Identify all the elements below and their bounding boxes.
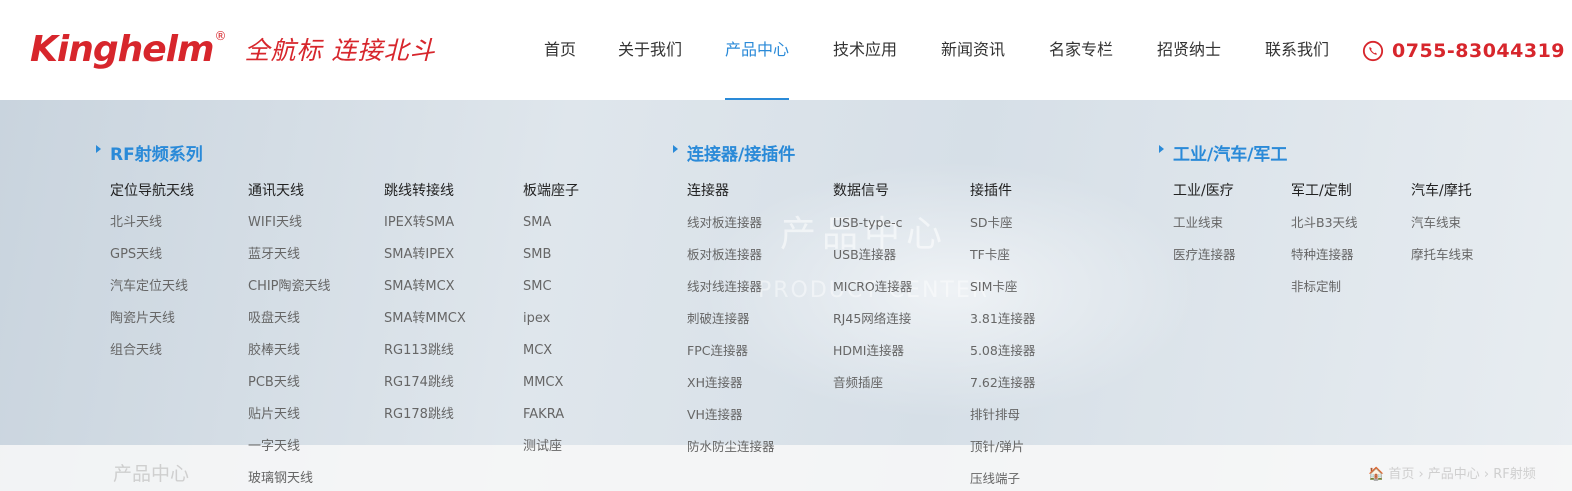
menu-item[interactable]: 7.62连接器 — [970, 373, 1035, 393]
menu-item[interactable]: MCX — [523, 341, 579, 361]
menu-column-auto-moto: 汽车/摩托 汽车线束 摩托车线束 — [1411, 181, 1474, 265]
menu-item[interactable]: 汽车定位天线 — [110, 277, 194, 297]
menu-item[interactable]: 摩托车线束 — [1411, 245, 1474, 265]
menu-item[interactable]: 吸盘天线 — [248, 309, 331, 329]
phone-icon — [1362, 40, 1384, 62]
menu-item[interactable]: 玻璃钢天线 — [248, 469, 331, 489]
menu-item[interactable]: 3.81连接器 — [970, 309, 1035, 329]
menu-item[interactable]: TF卡座 — [970, 245, 1035, 265]
menu-item[interactable]: MMCX — [523, 373, 579, 393]
menu-item[interactable]: GPS天线 — [110, 245, 194, 265]
menu-item[interactable]: 汽车线束 — [1411, 213, 1474, 233]
menu-column-data-signal: 数据信号 USB-type-c USB连接器 MICRO连接器 RJ45网络连接… — [833, 181, 912, 393]
main-nav: 首页 关于我们 产品中心 技术应用 新闻资讯 名家专栏 招贤纳士 联系我们 — [0, 0, 1572, 100]
menu-item[interactable]: VH连接器 — [687, 405, 775, 425]
menu-item[interactable]: 蓝牙天线 — [248, 245, 331, 265]
site-header: Kinghelm ® 全航标 连接北斗 首页 关于我们 产品中心 技术应用 新闻… — [0, 0, 1572, 100]
menu-item[interactable]: 特种连接器 — [1291, 245, 1358, 265]
menu-item[interactable]: SMC — [523, 277, 579, 297]
category-connectors[interactable]: 连接器/接插件 — [672, 140, 795, 165]
menu-item[interactable]: RJ45网络连接 — [833, 309, 912, 329]
nav-products[interactable]: 产品中心 — [725, 0, 790, 100]
menu-item[interactable]: 顶针/弹片 — [970, 437, 1035, 457]
menu-item[interactable]: FPC连接器 — [687, 341, 775, 361]
menu-item[interactable]: 非标定制 — [1291, 277, 1358, 297]
menu-item[interactable]: 北斗天线 — [110, 213, 194, 233]
menu-item[interactable]: SD卡座 — [970, 213, 1035, 233]
menu-column-industrial-medical: 工业/医疗 工业线束 医疗连接器 — [1173, 181, 1236, 265]
menu-item[interactable]: RG113跳线 — [384, 341, 466, 361]
menu-item[interactable]: 音频插座 — [833, 373, 912, 393]
menu-item[interactable]: SMB — [523, 245, 579, 265]
menu-item[interactable]: 排针排母 — [970, 405, 1035, 425]
menu-item[interactable]: 压线端子 — [970, 469, 1035, 489]
menu-item[interactable]: 胶棒天线 — [248, 341, 331, 361]
menu-item[interactable]: 医疗连接器 — [1173, 245, 1236, 265]
column-heading[interactable]: 军工/定制 — [1291, 181, 1358, 201]
menu-item[interactable]: HDMI连接器 — [833, 341, 912, 361]
nav-careers[interactable]: 招贤纳士 — [1157, 0, 1221, 100]
menu-item[interactable]: 陶瓷片天线 — [110, 309, 194, 329]
menu-item[interactable]: 5.08连接器 — [970, 341, 1035, 361]
category-industrial[interactable]: 工业/汽车/军工 — [1158, 140, 1287, 165]
menu-item[interactable]: 防水防尘连接器 — [687, 437, 775, 457]
menu-item[interactable]: 刺破连接器 — [687, 309, 775, 329]
menu-item[interactable]: 北斗B3天线 — [1291, 213, 1358, 233]
menu-item[interactable]: RG178跳线 — [384, 405, 466, 425]
nav-column[interactable]: 名家专栏 — [1049, 0, 1113, 100]
nav-contact[interactable]: 联系我们 — [1265, 0, 1329, 100]
menu-item[interactable]: 组合天线 — [110, 341, 194, 361]
column-heading[interactable]: 通讯天线 — [248, 181, 331, 201]
column-heading[interactable]: 汽车/摩托 — [1411, 181, 1474, 201]
products-mega-menu: RF射频系列 定位导航天线 北斗天线 GPS天线 汽车定位天线 陶瓷片天线 组合… — [0, 100, 1572, 491]
column-heading[interactable]: 跳线转接线 — [384, 181, 466, 201]
menu-item[interactable]: 线对板连接器 — [687, 213, 775, 233]
menu-item[interactable]: USB-type-c — [833, 213, 912, 233]
menu-item[interactable]: PCB天线 — [248, 373, 331, 393]
column-heading[interactable]: 板端座子 — [523, 181, 579, 201]
nav-about[interactable]: 关于我们 — [618, 0, 682, 100]
category-rf[interactable]: RF射频系列 — [96, 140, 203, 165]
menu-item[interactable]: RG174跳线 — [384, 373, 466, 393]
menu-item[interactable]: 线对线连接器 — [687, 277, 775, 297]
menu-item[interactable]: SIM卡座 — [970, 277, 1035, 297]
menu-item[interactable]: 一字天线 — [248, 437, 331, 457]
menu-item[interactable]: WIFI天线 — [248, 213, 331, 233]
column-heading[interactable]: 工业/医疗 — [1173, 181, 1236, 201]
menu-item[interactable]: XH连接器 — [687, 373, 775, 393]
menu-item[interactable]: 工业线束 — [1173, 213, 1236, 233]
column-heading[interactable]: 连接器 — [687, 181, 775, 201]
nav-news[interactable]: 新闻资讯 — [941, 0, 1005, 100]
menu-item[interactable]: 测试座 — [523, 437, 579, 457]
menu-item[interactable]: SMA — [523, 213, 579, 233]
menu-column-positioning-antenna: 定位导航天线 北斗天线 GPS天线 汽车定位天线 陶瓷片天线 组合天线 — [110, 181, 194, 361]
menu-column-comm-antenna: 通讯天线 WIFI天线 蓝牙天线 CHIP陶瓷天线 吸盘天线 胶棒天线 PCB天… — [248, 181, 331, 489]
menu-item[interactable]: CHIP陶瓷天线 — [248, 277, 331, 297]
menu-item[interactable]: FAKRA — [523, 405, 579, 425]
menu-column-plugins: 接插件 SD卡座 TF卡座 SIM卡座 3.81连接器 5.08连接器 7.62… — [970, 181, 1035, 489]
menu-item[interactable]: SMA转MMCX — [384, 309, 466, 329]
menu-item[interactable]: SMA转IPEX — [384, 245, 466, 265]
phone-number: 0755-83044319 — [1392, 40, 1566, 62]
menu-item[interactable]: MICRO连接器 — [833, 277, 912, 297]
menu-item[interactable]: SMA转MCX — [384, 277, 466, 297]
menu-item[interactable]: 板对板连接器 — [687, 245, 775, 265]
nav-home[interactable]: 首页 — [544, 0, 576, 100]
menu-item[interactable]: 贴片天线 — [248, 405, 331, 425]
menu-item[interactable]: USB连接器 — [833, 245, 912, 265]
menu-column-jumper-cable: 跳线转接线 IPEX转SMA SMA转IPEX SMA转MCX SMA转MMCX… — [384, 181, 466, 425]
menu-column-military-custom: 军工/定制 北斗B3天线 特种连接器 非标定制 — [1291, 181, 1358, 297]
nav-tech[interactable]: 技术应用 — [833, 0, 897, 100]
menu-item[interactable]: IPEX转SMA — [384, 213, 466, 233]
menu-column-connectors: 连接器 线对板连接器 板对板连接器 线对线连接器 刺破连接器 FPC连接器 XH… — [687, 181, 775, 457]
column-heading[interactable]: 定位导航天线 — [110, 181, 194, 201]
phone-contact[interactable]: 0755-83044319 — [1362, 38, 1565, 64]
menu-column-board-sockets: 板端座子 SMA SMB SMC ipex MCX MMCX FAKRA 测试座 — [523, 181, 579, 457]
column-heading[interactable]: 接插件 — [970, 181, 1035, 201]
menu-item[interactable]: ipex — [523, 309, 579, 329]
column-heading[interactable]: 数据信号 — [833, 181, 912, 201]
